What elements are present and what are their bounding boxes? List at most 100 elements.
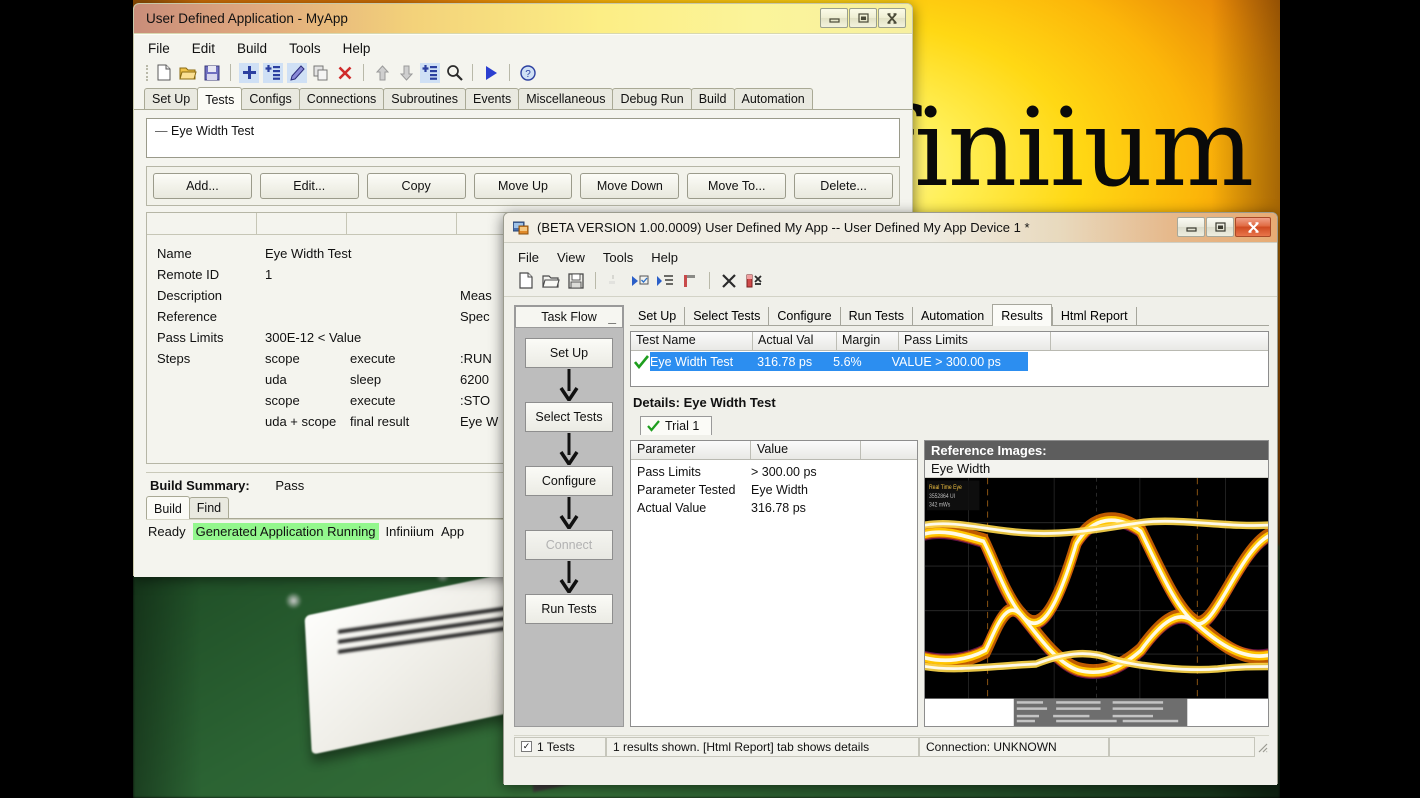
- edit-button[interactable]: Edit...: [259, 173, 359, 199]
- tab-run-tests[interactable]: Run Tests: [841, 307, 913, 325]
- window2-titlebar[interactable]: (BETA VERSION 1.00.0009) User Defined My…: [504, 213, 1277, 243]
- move-down-button[interactable]: Move Down: [580, 173, 680, 199]
- detail-value: scope: [265, 351, 300, 366]
- tab-build-log[interactable]: Build: [146, 496, 190, 519]
- run-all-icon[interactable]: [655, 271, 675, 291]
- user-defined-my-app-window[interactable]: (BETA VERSION 1.00.0009) User Defined My…: [503, 212, 1278, 785]
- detail-value2: final result: [350, 414, 410, 429]
- close-button[interactable]: [878, 8, 906, 28]
- new-file-icon[interactable]: [154, 63, 174, 83]
- tab-set-up[interactable]: Set Up: [144, 88, 199, 109]
- open-folder-icon[interactable]: [178, 63, 198, 83]
- tab-html-report[interactable]: Html Report: [1051, 307, 1137, 325]
- edit-pencil-icon[interactable]: [287, 62, 307, 83]
- selected-result-row[interactable]: Eye Width Test 316.78 ps 5.6% VALUE > 30…: [650, 352, 1028, 371]
- tab-debug-run[interactable]: Debug Run: [612, 88, 692, 109]
- task-flow-step-run-tests[interactable]: Run Tests: [525, 594, 613, 624]
- tab-configure[interactable]: Configure: [769, 307, 841, 325]
- window1-controls[interactable]: [819, 8, 906, 28]
- tab-subroutines[interactable]: Subroutines: [383, 88, 467, 109]
- search-icon[interactable]: [444, 63, 464, 83]
- toolbar-grip[interactable]: [146, 64, 150, 81]
- window1-toolbar[interactable]: ?: [134, 58, 912, 88]
- results-table[interactable]: Test Name Actual Val Margin Pass Limits …: [630, 331, 1269, 387]
- task-flow-step-set-up[interactable]: Set Up: [525, 338, 613, 368]
- menu-help[interactable]: Help: [343, 41, 371, 56]
- window1-titlebar[interactable]: User Defined Application - MyApp: [134, 4, 912, 34]
- tab-trial-1[interactable]: Trial 1: [640, 416, 712, 435]
- parameter-table[interactable]: Parameter Value Pass Limits > 300.00 ps …: [630, 440, 918, 727]
- copy-button[interactable]: Copy: [366, 173, 466, 199]
- save-icon[interactable]: [566, 271, 586, 291]
- menu-edit[interactable]: Edit: [192, 41, 215, 56]
- open-folder-icon[interactable]: [541, 271, 561, 291]
- menu-view[interactable]: View: [557, 250, 585, 265]
- tests-checkbox[interactable]: ✓: [521, 741, 532, 752]
- menu-tools[interactable]: Tools: [289, 41, 321, 56]
- tab-results[interactable]: Results: [992, 304, 1052, 326]
- move-to-button[interactable]: Move To...: [687, 173, 787, 199]
- tab-miscellaneous[interactable]: Miscellaneous: [518, 88, 614, 109]
- test-tree-panel[interactable]: — Eye Width Test: [146, 118, 900, 158]
- tab-select-tests[interactable]: Select Tests: [685, 307, 770, 325]
- menu-build[interactable]: Build: [237, 41, 267, 56]
- tab-automation[interactable]: Automation: [913, 307, 992, 325]
- maximize-button[interactable]: [849, 8, 877, 28]
- window2-toolbar[interactable]: [504, 269, 1277, 297]
- window2-controls[interactable]: [1176, 217, 1271, 237]
- tab-connections[interactable]: Connections: [298, 88, 385, 109]
- tab-build[interactable]: Build: [690, 88, 735, 109]
- tests-count-cell[interactable]: ✓ 1 Tests: [514, 736, 606, 757]
- run-step-icon[interactable]: [680, 271, 700, 291]
- run-selected-icon[interactable]: [630, 271, 650, 291]
- delete-x-icon[interactable]: [335, 63, 355, 83]
- menu-help[interactable]: Help: [651, 250, 678, 265]
- new-file-icon[interactable]: [516, 271, 536, 291]
- add-button[interactable]: Add...: [153, 173, 252, 199]
- test-action-buttons[interactable]: Add... Edit... Copy Move Up Move Down Mo…: [146, 166, 900, 206]
- copy-icon[interactable]: [311, 63, 331, 83]
- save-icon[interactable]: [202, 63, 222, 83]
- toolbar-separator: [363, 64, 364, 81]
- menu-tools[interactable]: Tools: [603, 250, 633, 265]
- minimize-button[interactable]: [1177, 217, 1205, 237]
- tree-item-eye-width-test[interactable]: Eye Width Test: [171, 124, 254, 138]
- table-row[interactable]: Eye Width Test 316.78 ps 5.6% VALUE > 30…: [631, 351, 1268, 372]
- window2-menubar[interactable]: File View Tools Help: [504, 243, 1277, 269]
- tab-tests[interactable]: Tests: [197, 87, 243, 110]
- move-to-icon[interactable]: [420, 62, 440, 83]
- reference-images-panel[interactable]: Reference Images: Eye Width Real Time Ey…: [924, 440, 1269, 727]
- add-item-icon[interactable]: [263, 62, 283, 83]
- menu-file[interactable]: File: [518, 250, 539, 265]
- svg-text:342 mWs: 342 mWs: [929, 502, 950, 509]
- trial-pass-check-icon: [647, 420, 660, 432]
- minimize-button[interactable]: [820, 8, 848, 28]
- close-button[interactable]: [1235, 217, 1271, 237]
- tab-configs[interactable]: Configs: [241, 88, 300, 109]
- clear-results-icon[interactable]: [744, 271, 764, 291]
- tab-set-up[interactable]: Set Up: [630, 307, 686, 325]
- window2-statusbar: ✓ 1 Tests 1 results shown. [Html Report]…: [514, 735, 1269, 757]
- window1-tabs[interactable]: Set Up Tests Configs Connections Subrout…: [134, 87, 912, 110]
- task-flow-header[interactable]: Task Flow _: [515, 306, 623, 328]
- resize-grip[interactable]: [1255, 740, 1269, 754]
- run-play-icon[interactable]: [481, 63, 501, 83]
- window2-tabs[interactable]: Set Up Select Tests Configure Run Tests …: [630, 304, 1269, 326]
- tab-find[interactable]: Find: [188, 497, 230, 518]
- task-flow-step-select-tests[interactable]: Select Tests: [525, 402, 613, 432]
- task-flow-collapse-icon[interactable]: _: [608, 309, 616, 325]
- detail-value2: sleep: [350, 372, 382, 387]
- window1-menubar[interactable]: File Edit Build Tools Help: [134, 35, 912, 58]
- maximize-button[interactable]: [1206, 217, 1234, 237]
- tab-events[interactable]: Events: [465, 88, 520, 109]
- delete-button[interactable]: Delete...: [794, 173, 894, 199]
- tab-automation[interactable]: Automation: [733, 88, 813, 109]
- menu-file[interactable]: File: [148, 41, 170, 56]
- task-flow-step-configure[interactable]: Configure: [525, 466, 613, 496]
- stop-x-icon[interactable]: [719, 271, 739, 291]
- move-up-button[interactable]: Move Up: [473, 173, 573, 199]
- trial-tab-row[interactable]: Trial 1: [630, 416, 1269, 435]
- help-icon[interactable]: ?: [518, 63, 538, 83]
- task-flow-panel[interactable]: Task Flow _ Set Up Select Tests Configur…: [514, 305, 624, 727]
- add-plus-icon[interactable]: [239, 62, 259, 83]
